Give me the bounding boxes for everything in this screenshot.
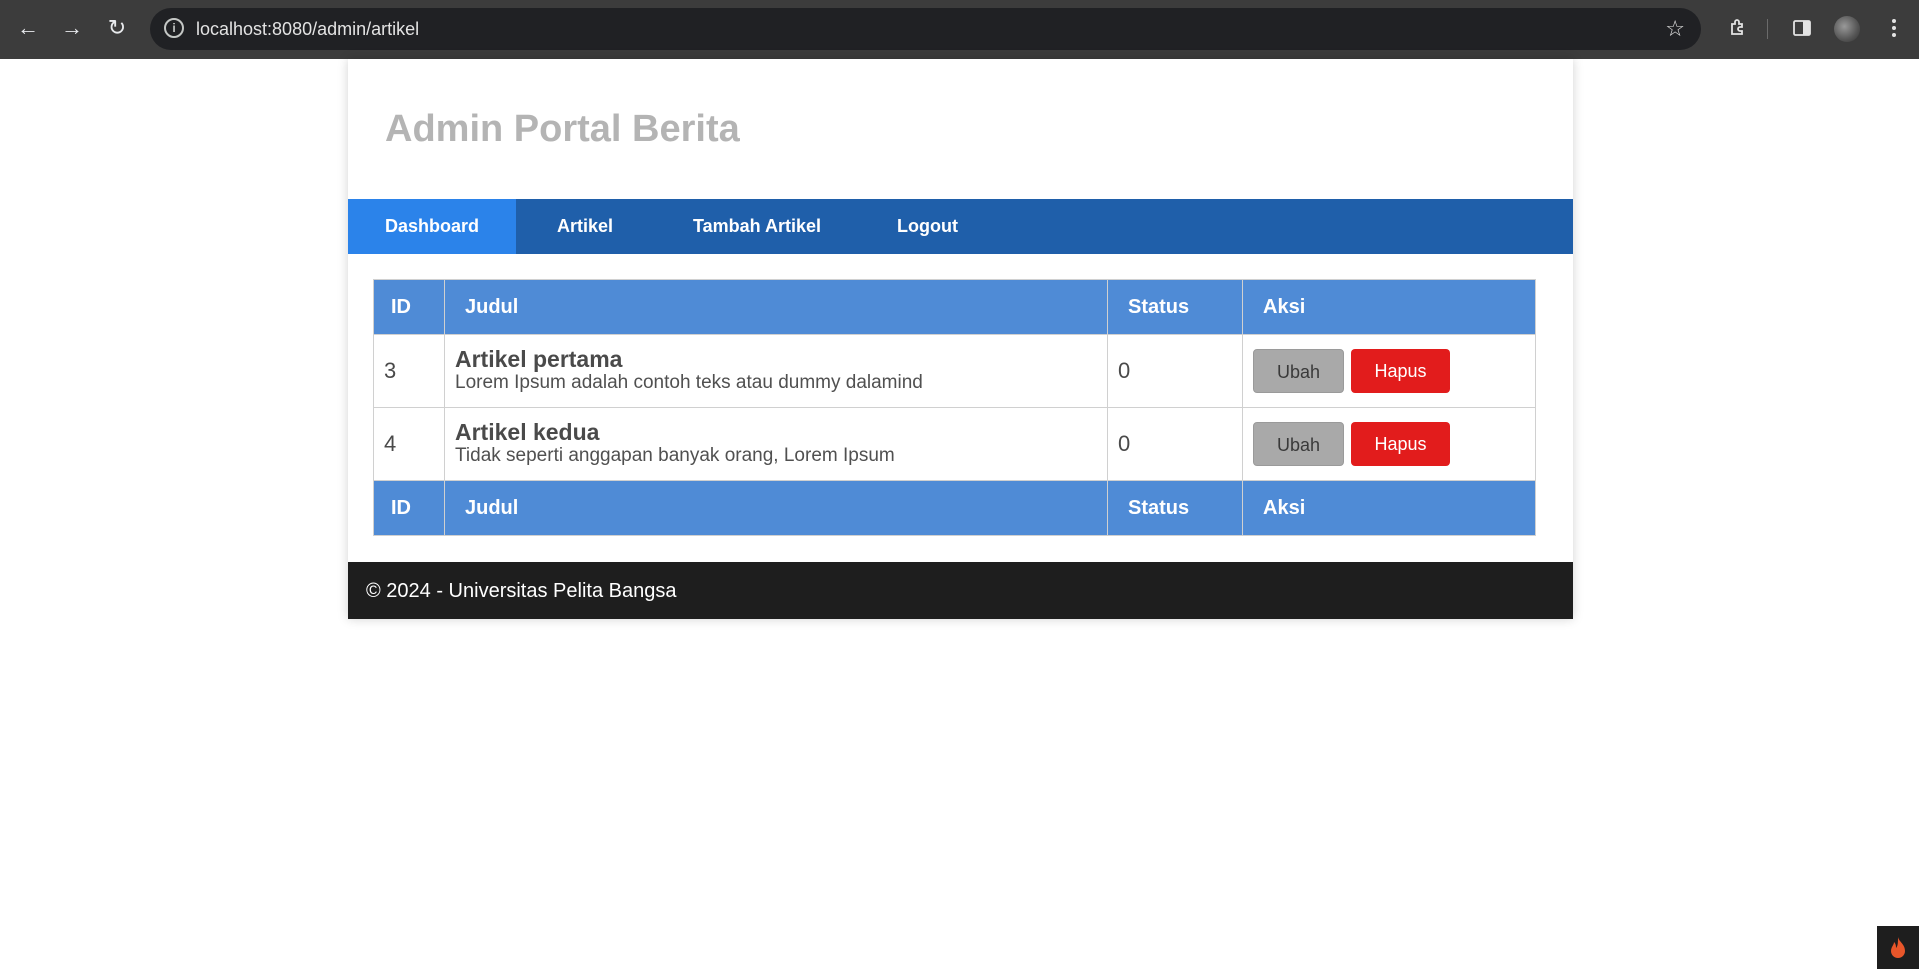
debug-toolbar-flame-icon[interactable] [1877,926,1919,969]
menu-kebab-icon[interactable] [1880,14,1908,42]
page-container: Admin Portal Berita Dashboard Artikel Ta… [348,59,1573,619]
cell-aksi: Ubah Hapus [1242,334,1536,408]
article-excerpt: Lorem Ipsum adalah contoh teks atau dumm… [455,372,923,393]
profile-avatar[interactable] [1834,16,1860,42]
table-footer-row: ID Judul Status Aksi [373,480,1536,536]
reload-icon[interactable]: ↻ [103,14,131,42]
nav-artikel[interactable]: Artikel [557,199,613,254]
cell-aksi: Ubah Hapus [1242,407,1536,481]
site-header: Admin Portal Berita [348,59,1573,199]
edit-button[interactable]: Ubah [1253,422,1344,466]
cell-id: 4 [373,407,445,481]
cell-id: 3 [373,334,445,408]
cell-status: 0 [1107,407,1243,481]
column-footer-id: ID [373,480,445,536]
browser-toolbar: ← → ↻ i localhost:8080/admin/artikel ☆ [0,0,1919,59]
column-footer-status: Status [1107,480,1243,536]
content-area: ID Judul Status Aksi 3 Artikel pertama L… [373,279,1536,536]
site-info-icon[interactable]: i [164,18,184,38]
site-footer: © 2024 - Universitas Pelita Bangsa [348,562,1573,619]
article-title: Artikel pertama [455,346,623,372]
forward-icon[interactable]: → [58,14,86,42]
main-nav: Dashboard Artikel Tambah Artikel Logout [348,199,1573,254]
table-header-row: ID Judul Status Aksi [373,279,1536,335]
column-header-aksi: Aksi [1242,279,1536,335]
cell-judul: Artikel pertama Lorem Ipsum adalah conto… [444,334,1108,408]
article-table: ID Judul Status Aksi 3 Artikel pertama L… [373,279,1536,536]
nav-dashboard[interactable]: Dashboard [348,199,517,254]
cell-status: 0 [1107,334,1243,408]
table-row: 4 Artikel kedua Tidak seperti anggapan b… [373,407,1536,481]
table-row: 3 Artikel pertama Lorem Ipsum adalah con… [373,334,1536,408]
back-icon[interactable]: ← [14,14,42,42]
delete-button[interactable]: Hapus [1351,349,1450,393]
cell-judul: Artikel kedua Tidak seperti anggapan ban… [444,407,1108,481]
article-title: Artikel kedua [455,419,600,445]
bookmark-star-icon[interactable]: ☆ [1665,16,1685,42]
nav-logout[interactable]: Logout [897,199,958,254]
page-title: Admin Portal Berita [385,108,740,150]
article-excerpt: Tidak seperti anggapan banyak orang, Lor… [455,445,895,466]
extensions-icon[interactable] [1724,14,1752,42]
edit-button[interactable]: Ubah [1253,349,1344,393]
column-header-id: ID [373,279,445,335]
column-header-status: Status [1107,279,1243,335]
side-panel-icon[interactable] [1788,14,1816,42]
column-footer-aksi: Aksi [1242,480,1536,536]
url-text[interactable]: localhost:8080/admin/artikel [196,19,419,40]
column-footer-judul: Judul [444,480,1108,536]
nav-tambah-artikel[interactable]: Tambah Artikel [693,199,821,254]
address-bar[interactable]: i localhost:8080/admin/artikel ☆ [150,8,1701,50]
toolbar-divider [1767,19,1768,39]
footer-text: © 2024 - Universitas Pelita Bangsa [366,580,677,602]
delete-button[interactable]: Hapus [1351,422,1450,466]
column-header-judul: Judul [444,279,1108,335]
